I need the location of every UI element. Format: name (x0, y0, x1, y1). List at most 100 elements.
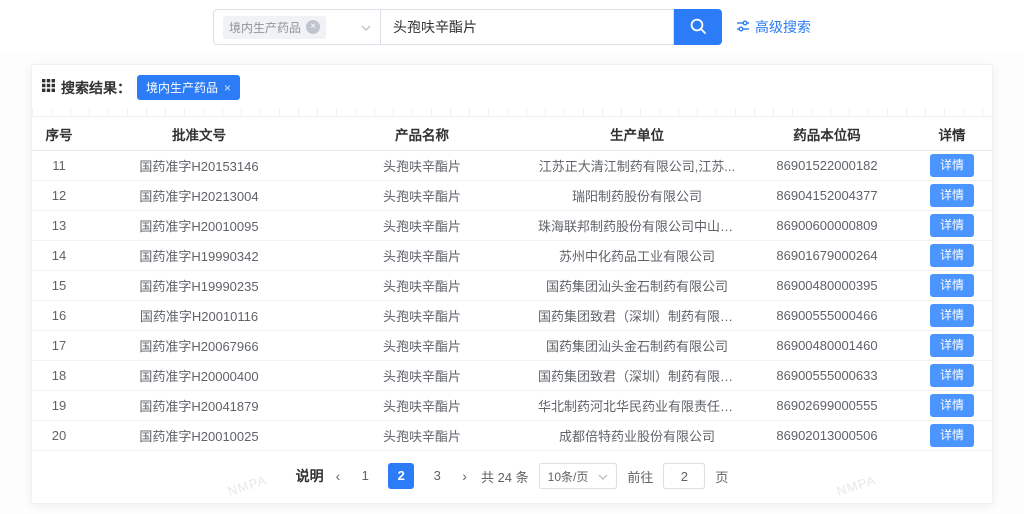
table-row: 20 国药准字H20010025 头孢呋辛酯片 成都倍特药业股份有限公司 869… (32, 421, 992, 451)
filter-tag: 境内生产药品 × (223, 16, 326, 39)
detail-button[interactable]: 详情 (930, 184, 974, 207)
table-row: 13 国药准字H20010095 头孢呋辛酯片 珠海联邦制药股份有限公司中山分.… (32, 211, 992, 241)
cell-no: 20 (32, 421, 86, 451)
cell-drug-code: 86900555000633 (742, 361, 912, 391)
cell-manufacturer: 国药集团汕头金石制药有限公司 (532, 271, 742, 301)
cell-manufacturer: 珠海联邦制药股份有限公司中山分... (532, 211, 742, 241)
page-button-2[interactable]: 2 (388, 463, 414, 489)
total-count: 共 24 条 (481, 467, 529, 486)
next-page-button[interactable]: › (460, 468, 469, 484)
cell-detail: 详情 (912, 361, 992, 391)
cell-detail: 详情 (912, 421, 992, 451)
page-size-label: 10条/页 (548, 468, 589, 485)
detail-button[interactable]: 详情 (930, 244, 974, 267)
cell-manufacturer: 华北制药河北华民药业有限责任公... (532, 391, 742, 421)
header-no: 序号 (32, 117, 86, 151)
cell-approval-number: 国药准字H20041879 (86, 391, 312, 421)
table-row: 17 国药准字H20067966 头孢呋辛酯片 国药集团汕头金石制药有限公司 8… (32, 331, 992, 361)
goto-suffix: 页 (715, 467, 728, 486)
goto-page-input[interactable] (663, 463, 705, 489)
detail-button[interactable]: 详情 (930, 304, 974, 327)
note-link[interactable]: 说明 (296, 466, 324, 486)
cell-no: 12 (32, 181, 86, 211)
search-input[interactable] (380, 9, 674, 45)
goto-label: 前往 (627, 467, 653, 486)
cell-approval-number: 国药准字H20153146 (86, 151, 312, 181)
page-button-1[interactable]: 1 (352, 463, 378, 489)
cell-manufacturer: 瑞阳制药股份有限公司 (532, 181, 742, 211)
cell-no: 14 (32, 241, 86, 271)
chevron-down-icon (598, 469, 608, 483)
cell-no: 15 (32, 271, 86, 301)
cell-detail: 详情 (912, 331, 992, 361)
cell-drug-code: 86900480001460 (742, 331, 912, 361)
header-approval-number: 批准文号 (86, 117, 312, 151)
table-body: 11 国药准字H20153146 头孢呋辛酯片 江苏正大清江制药有限公司,江苏.… (32, 151, 992, 451)
header-product-name: 产品名称 (312, 117, 532, 151)
filter-tag-close-icon[interactable]: × (306, 20, 320, 34)
detail-button[interactable]: 详情 (930, 154, 974, 177)
cell-detail: 详情 (912, 181, 992, 211)
cell-approval-number: 国药准字H20010025 (86, 421, 312, 451)
cell-detail: 详情 (912, 211, 992, 241)
tag-close-icon[interactable]: × (224, 81, 231, 95)
cell-detail: 详情 (912, 301, 992, 331)
cell-product-name: 头孢呋辛酯片 (312, 181, 532, 211)
cell-detail: 详情 (912, 241, 992, 271)
cell-approval-number: 国药准字H19990342 (86, 241, 312, 271)
cell-approval-number: 国药准字H20010095 (86, 211, 312, 241)
cell-manufacturer: 苏州中化药品工业有限公司 (532, 241, 742, 271)
cell-product-name: 头孢呋辛酯片 (312, 421, 532, 451)
cell-manufacturer: 国药集团致君（深圳）制药有限公... (532, 361, 742, 391)
cell-product-name: 头孢呋辛酯片 (312, 301, 532, 331)
cell-detail: 详情 (912, 151, 992, 181)
header-drug-code: 药品本位码 (742, 117, 912, 151)
cell-drug-code: 86902013000506 (742, 421, 912, 451)
cell-approval-number: 国药准字H20010116 (86, 301, 312, 331)
search-icon (689, 17, 707, 38)
cell-drug-code: 86901522000182 (742, 151, 912, 181)
cell-manufacturer: 国药集团致君（深圳）制药有限公... (532, 301, 742, 331)
table-row: 12 国药准字H20213004 头孢呋辛酯片 瑞阳制药股份有限公司 86904… (32, 181, 992, 211)
pagination: 说明 ‹ 1 2 3 › 共 24 条 10条/页 前往 页 (32, 451, 992, 503)
cell-drug-code: 86900555000466 (742, 301, 912, 331)
table-row: 18 国药准字H20000400 头孢呋辛酯片 国药集团致君（深圳）制药有限公.… (32, 361, 992, 391)
header-detail: 详情 (912, 117, 992, 151)
filter-select[interactable]: 境内生产药品 × (213, 9, 381, 45)
cell-no: 18 (32, 361, 86, 391)
detail-button[interactable]: 详情 (930, 394, 974, 417)
cell-manufacturer: 国药集团汕头金石制药有限公司 (532, 331, 742, 361)
cell-approval-number: 国药准字H19990235 (86, 271, 312, 301)
detail-button[interactable]: 详情 (930, 334, 974, 357)
search-button[interactable] (674, 9, 722, 45)
cell-approval-number: 国药准字H20067966 (86, 331, 312, 361)
cell-product-name: 头孢呋辛酯片 (312, 391, 532, 421)
results-label: 搜索结果： (61, 78, 131, 98)
result-filter-tag[interactable]: 境内生产药品 × (137, 75, 240, 100)
cell-drug-code: 86904152004377 (742, 181, 912, 211)
prev-page-button[interactable]: ‹ (334, 468, 343, 484)
table-row: 14 国药准字H19990342 头孢呋辛酯片 苏州中化药品工业有限公司 869… (32, 241, 992, 271)
detail-button[interactable]: 详情 (930, 214, 974, 237)
cell-manufacturer: 江苏正大清江制药有限公司,江苏... (532, 151, 742, 181)
search-bar: 境内生产药品 × 高级搜索 (0, 0, 1024, 54)
cell-drug-code: 86900480000395 (742, 271, 912, 301)
advanced-search-label: 高级搜索 (755, 17, 811, 37)
cell-product-name: 头孢呋辛酯片 (312, 241, 532, 271)
page-size-select[interactable]: 10条/页 (539, 463, 618, 489)
cell-drug-code: 86902699000555 (742, 391, 912, 421)
table-row: 19 国药准字H20041879 头孢呋辛酯片 华北制药河北华民药业有限责任公.… (32, 391, 992, 421)
filter-tag-label: 境内生产药品 (229, 19, 301, 36)
watermark-tick-band (32, 108, 992, 116)
detail-button[interactable]: 详情 (930, 364, 974, 387)
cell-product-name: 头孢呋辛酯片 (312, 211, 532, 241)
cell-approval-number: 国药准字H20000400 (86, 361, 312, 391)
cell-approval-number: 国药准字H20213004 (86, 181, 312, 211)
detail-button[interactable]: 详情 (930, 274, 974, 297)
cell-product-name: 头孢呋辛酯片 (312, 271, 532, 301)
detail-button[interactable]: 详情 (930, 424, 974, 447)
cell-product-name: 头孢呋辛酯片 (312, 361, 532, 391)
advanced-search-link[interactable]: 高级搜索 (736, 17, 811, 37)
result-filter-tag-label: 境内生产药品 (146, 79, 218, 96)
page-button-3[interactable]: 3 (424, 463, 450, 489)
